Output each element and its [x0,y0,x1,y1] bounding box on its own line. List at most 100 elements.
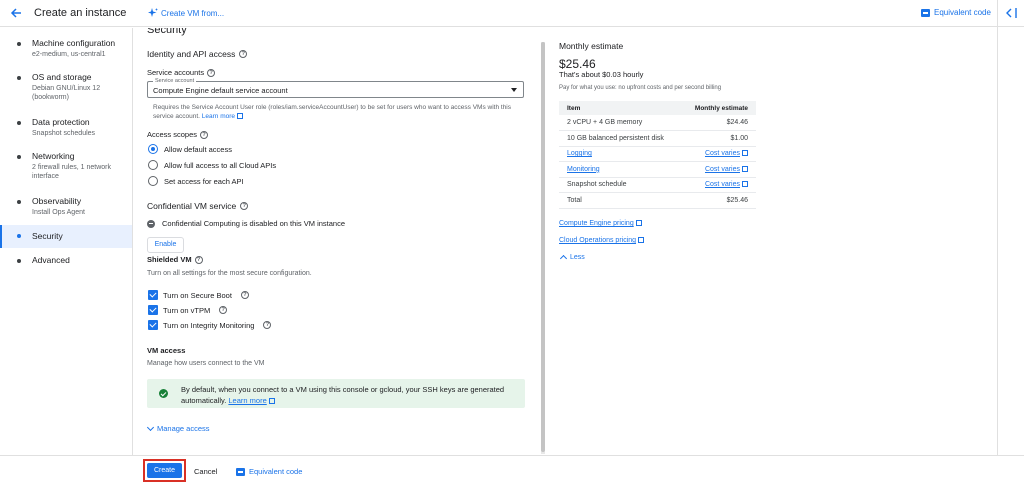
compute-engine-pricing-link[interactable]: Compute Engine pricing [559,220,642,227]
external-link-icon [237,113,244,119]
equivalent-code-top-button[interactable]: Equivalent code [921,8,991,17]
checkbox-label: Turn on Secure Boot [163,290,232,300]
table-row: Monitoring Cost varies [559,161,756,178]
nav-item-data-protection[interactable]: Data protection Snapshot schedules [0,117,132,141]
create-button[interactable]: Create [147,463,182,478]
scope-option-label: Set access for each API [164,176,244,186]
nav-item-label: Security [32,231,63,241]
less-label: Less [570,253,585,261]
enable-button[interactable]: Enable [147,237,184,253]
learn-more-link[interactable]: Learn more [228,396,275,405]
cloud-operations-pricing-link[interactable]: Cloud Operations pricing [559,237,645,244]
nav-item-os-and-storage[interactable]: OS and storage Debian GNU/Linux 12 (book… [0,72,132,106]
service-accounts-label: Service accounts ? [147,68,216,77]
row-value: $25.46 [681,192,756,209]
access-scopes-label-text: Access scopes [147,130,198,139]
nav-item-security[interactable]: Security [0,225,132,248]
nav-item-sub: Install Ops Agent [32,209,85,216]
table-header-row: Item Monthly estimate [559,101,756,115]
service-account-helper: Requires the Service Account User role (… [153,103,523,121]
nav-item-machine-configuration[interactable]: Machine configuration e2-medium, us-cent… [0,38,132,62]
checkbox-label: Turn on Integrity Monitoring [163,320,255,330]
header-divider [997,0,998,27]
row-value-link[interactable]: Cost varies [681,146,756,162]
column-header-item: Item [559,101,682,115]
checkbox[interactable] [148,320,158,330]
nav-item-advanced[interactable]: Advanced [0,255,132,271]
integrity-monitoring-option[interactable]: Turn on Integrity Monitoring ? [148,320,272,330]
checkbox[interactable] [148,290,158,300]
less-toggle[interactable]: Less [559,253,585,263]
estimate-hourly: That's about $0.03 hourly [559,70,644,79]
row-value: Cost varies [704,181,740,189]
shielded-description: Turn on all settings for the most secure… [147,270,312,277]
table-row: 10 GB balanced persistent disk $1.00 [559,130,756,147]
row-item-link[interactable]: Monitoring [559,161,682,178]
nav-item-observability[interactable]: Observability Install Ops Agent [0,196,132,220]
checkbox[interactable] [148,305,158,315]
nav-item-sub: e2-medium, us-central1 [32,51,106,58]
select-value: Compute Engine default service account [153,86,288,95]
sparkle-icon [148,8,158,17]
scrollbar-thumb[interactable] [541,42,545,452]
banner-text: By default, when you connect to a VM usi… [181,384,516,406]
learn-more-link[interactable]: Learn more [201,113,244,120]
row-value-link[interactable]: Cost varies [681,161,756,178]
table-row: Snapshot schedule Cost varies [559,177,756,193]
footer-bar: Create Cancel Equivalent code [0,455,1024,485]
table-row: 2 vCPU + 4 GB memory $24.46 [559,115,756,131]
vtpm-option[interactable]: Turn on vTPM ? [148,305,228,315]
secure-boot-option[interactable]: Turn on Secure Boot ? [148,290,249,300]
external-link-icon [742,150,748,157]
help-icon[interactable]: ? [200,130,209,139]
equivalent-code-bottom-button[interactable]: Equivalent code [236,467,302,476]
nav-item-label: Advanced [32,255,70,265]
help-icon[interactable]: ? [207,68,216,77]
help-icon[interactable]: ? [240,291,249,299]
main-form: Security Identity and API access ? Servi… [134,28,541,455]
service-account-select[interactable]: Service account Compute Engine default s… [147,78,524,98]
pricing-link-label: Compute Engine pricing [559,220,634,227]
row-item: 2 vCPU + 4 GB memory [559,115,682,131]
cancel-button[interactable]: Cancel [194,467,217,476]
radio-button[interactable] [148,176,158,186]
external-link-icon [742,165,748,172]
help-icon[interactable]: ? [263,321,272,329]
external-link-icon [635,220,642,226]
collapse-panel-icon[interactable] [1006,7,1018,19]
shielded-heading: Shielded VM ? [147,255,203,264]
service-accounts-label-text: Service accounts [147,68,205,77]
radio-button[interactable] [148,144,158,154]
equivalent-code-label: Equivalent code [249,467,303,476]
scope-option-each[interactable]: Set access for each API [148,176,244,186]
nav-item-sub: Debian GNU/Linux 12 (bookworm) [32,85,101,101]
row-item: Total [559,192,682,209]
nav-item-sub: Snapshot schedules [32,130,96,137]
manage-access-toggle[interactable]: Manage access [146,423,210,433]
scope-option-full[interactable]: Allow full access to all Cloud APIs [148,160,276,170]
shielded-heading-text: Shielded VM [147,255,192,264]
pricing-link-label: Cloud Operations pricing [559,237,637,244]
learn-more-label: Learn more [201,113,236,120]
row-value-link[interactable]: Cost varies [681,177,756,193]
row-item-link[interactable]: Logging [559,146,682,162]
help-icon[interactable]: ? [219,306,228,314]
estimate-note: Pay for what you use: no upfront costs a… [559,85,722,91]
check-circle-icon [159,389,168,398]
confidential-heading: Confidential VM service ? [147,201,249,211]
scope-option-label: Allow full access to all Cloud APIs [164,160,277,170]
help-icon[interactable]: ? [194,255,203,264]
help-icon[interactable]: ? [239,50,248,58]
nav-item-networking[interactable]: Networking 2 firewall rules, 1 network i… [0,151,132,185]
page-title: Create an instance [34,7,127,19]
nav-bullet [17,234,21,238]
radio-button[interactable] [148,160,158,170]
section-title: Security [147,28,187,36]
chevron-down-icon [146,423,155,431]
help-icon[interactable]: ? [240,202,249,210]
create-vm-from-button[interactable]: Create VM from... [148,8,224,18]
table-row: Total $25.46 [559,192,756,209]
back-arrow-icon[interactable] [9,6,23,20]
nav-bullet [17,121,21,125]
scope-option-default[interactable]: Allow default access [148,144,232,154]
